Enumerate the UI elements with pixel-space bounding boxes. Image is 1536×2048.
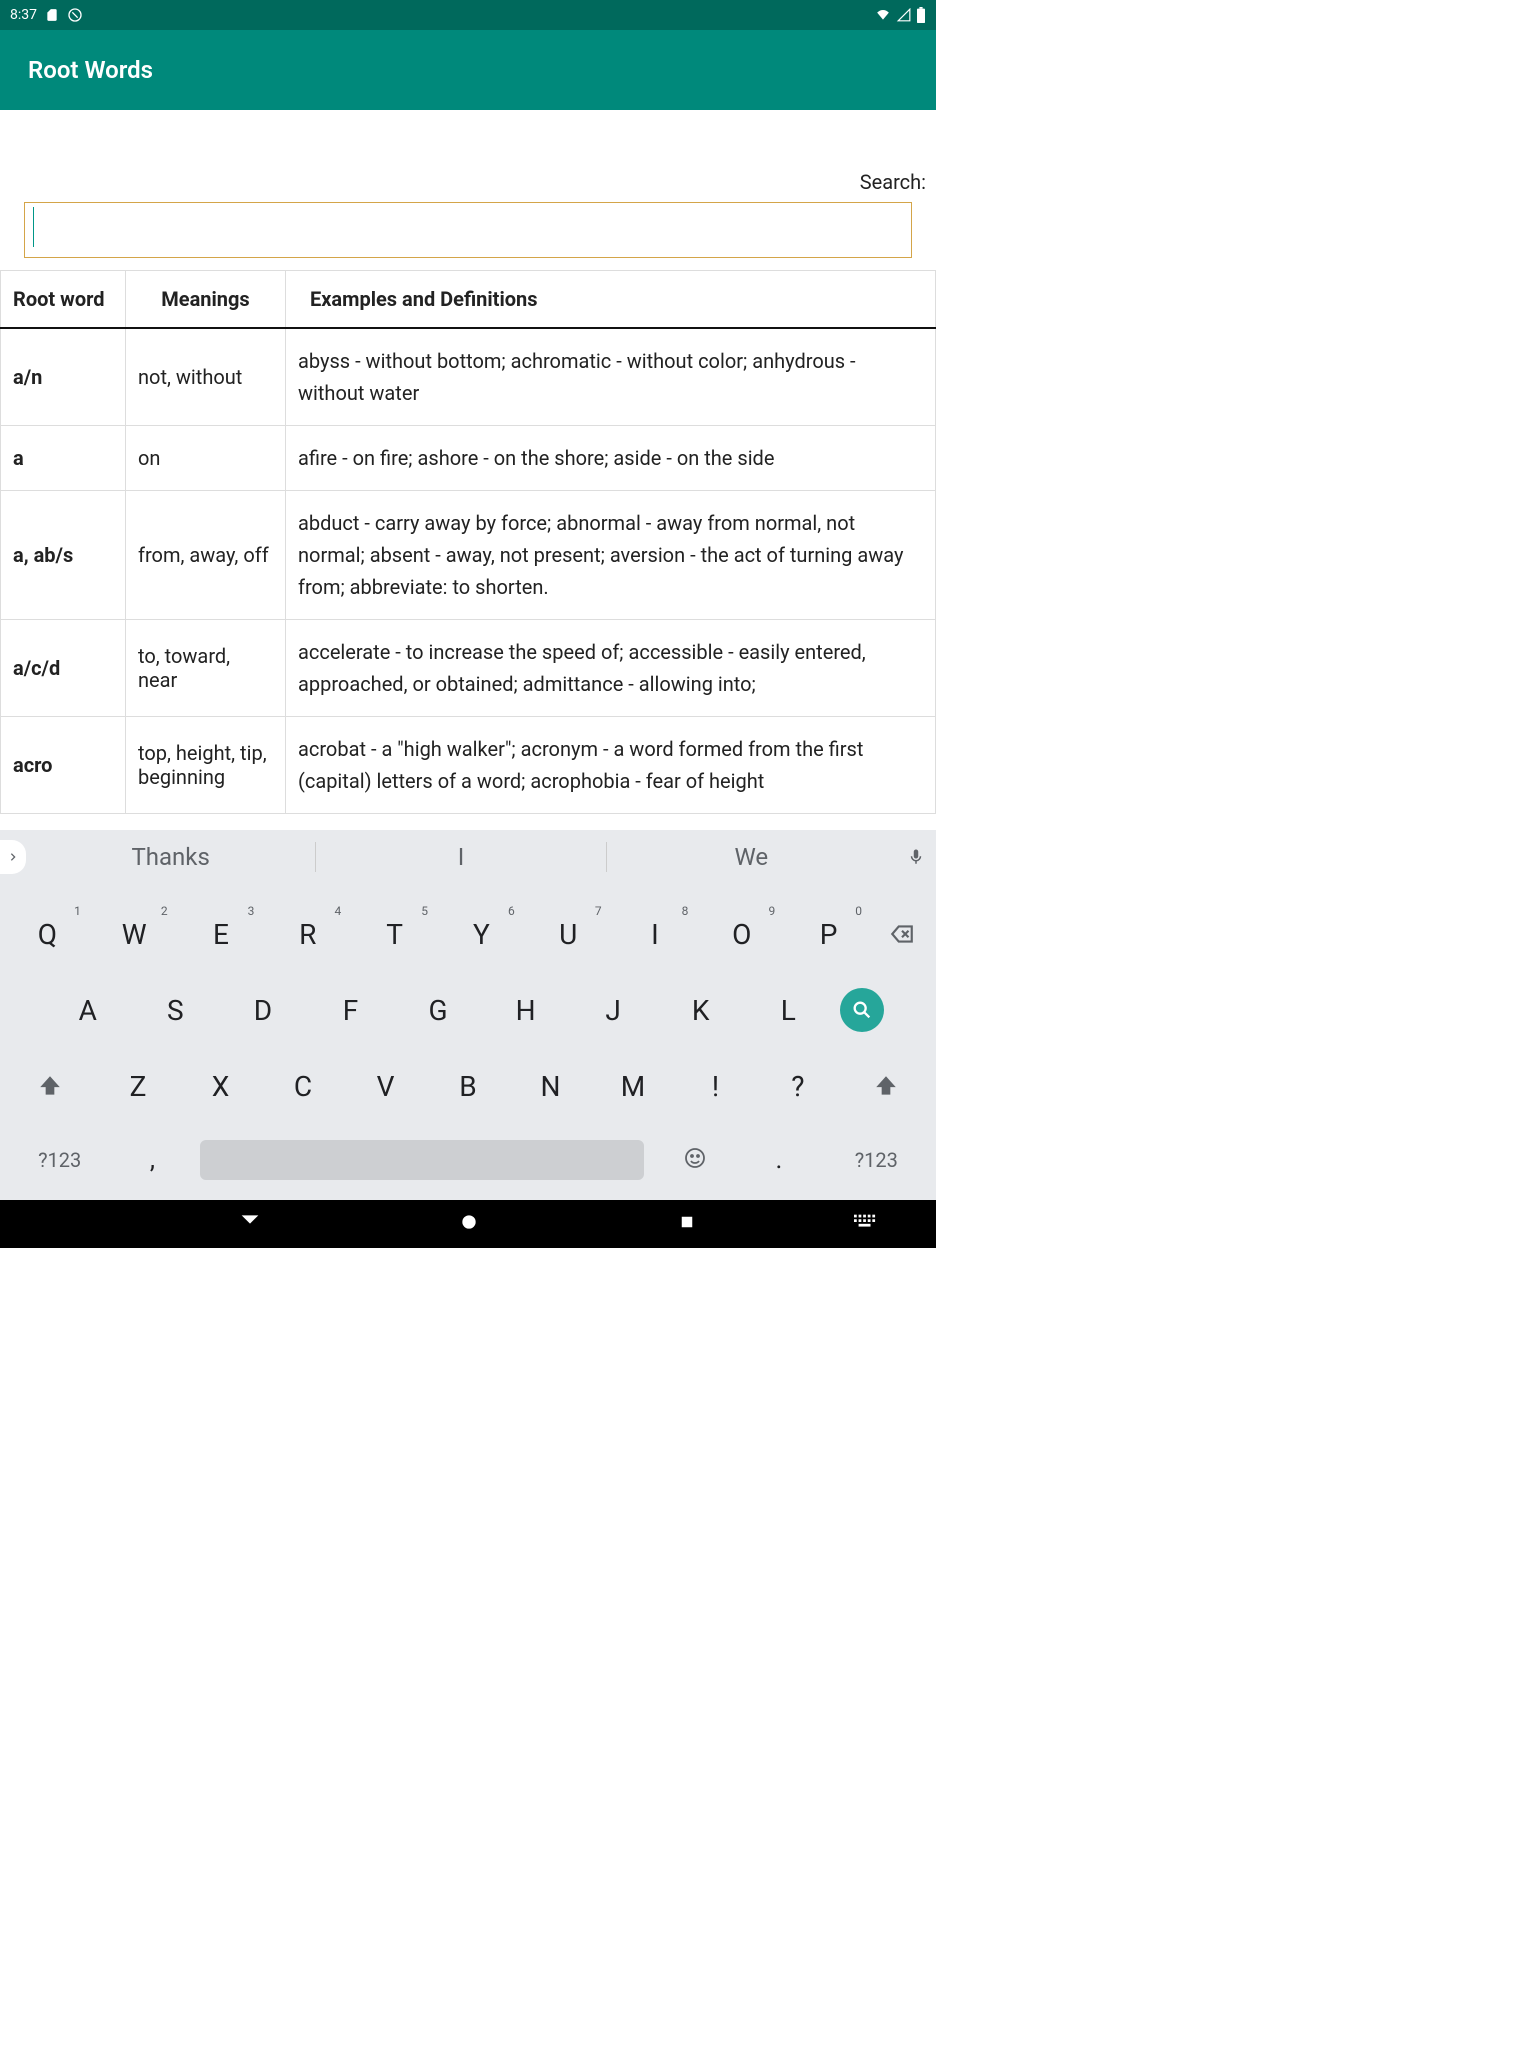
comma-key[interactable]: , — [115, 1145, 189, 1175]
period-key[interactable]: . — [737, 1145, 821, 1175]
soft-keyboard: Thanks I We Q1W2E3R4T5Y6U7I8O9P0 ASDFGHJ… — [0, 830, 936, 1200]
cell-examples: afire - on fire; ashore - on the shore; … — [286, 426, 936, 491]
content-area: Search: Root word Meanings Examples and … — [0, 110, 936, 830]
key-q[interactable]: Q1 — [4, 900, 91, 968]
expand-toolbar-button[interactable] — [0, 840, 26, 874]
emoji-key[interactable] — [654, 1146, 738, 1174]
no-sync-icon — [67, 7, 83, 23]
col-root: Root word — [1, 271, 126, 329]
cell-meaning: to, toward, near — [126, 620, 286, 717]
backspace-key[interactable] — [872, 900, 932, 968]
keyboard-suggestion-bar: Thanks I We — [0, 830, 936, 884]
key-h[interactable]: H — [482, 976, 570, 1044]
key-i[interactable]: I8 — [612, 900, 699, 968]
symbols-key-right[interactable]: ?123 — [821, 1148, 932, 1172]
search-icon — [851, 999, 873, 1021]
shift-key-right[interactable] — [839, 1052, 932, 1120]
wifi-icon — [874, 8, 892, 22]
cell-meaning: not, without — [126, 328, 286, 426]
shift-key-left[interactable] — [4, 1052, 97, 1120]
key-e[interactable]: E3 — [178, 900, 265, 968]
key-a[interactable]: A — [44, 976, 132, 1044]
cell-meaning: on — [126, 426, 286, 491]
key-z[interactable]: Z — [97, 1052, 179, 1120]
table-row: a/c/d to, toward, near accelerate - to i… — [1, 620, 936, 717]
col-meanings: Meanings — [126, 271, 286, 329]
cell-examples: acrobat - a "high walker"; acronym - a w… — [286, 717, 936, 814]
app-bar: Root Words — [0, 30, 936, 110]
battery-icon — [916, 7, 926, 23]
key-n[interactable]: N — [509, 1052, 591, 1120]
search-label: Search: — [860, 170, 926, 194]
key-m[interactable]: M — [592, 1052, 674, 1120]
status-bar: 8:37 — [0, 0, 936, 30]
key-t[interactable]: T5 — [351, 900, 438, 968]
cell-examples: abduct - carry away by force; abnormal -… — [286, 491, 936, 620]
key-d[interactable]: D — [219, 976, 307, 1044]
cell-root: a/c/d — [1, 620, 126, 717]
table-header-row: Root word Meanings Examples and Definiti… — [1, 271, 936, 329]
sd-card-icon — [45, 8, 59, 22]
cell-examples: accelerate - to increase the speed of; a… — [286, 620, 936, 717]
suggestion-2[interactable]: I — [316, 843, 605, 871]
keyboard-switcher-icon[interactable] — [854, 1214, 876, 1234]
key-v[interactable]: V — [344, 1052, 426, 1120]
cell-meaning: from, away, off — [126, 491, 286, 620]
cell-root: a, ab/s — [1, 491, 126, 620]
key-g[interactable]: G — [394, 976, 482, 1044]
suggestion-3[interactable]: We — [607, 843, 896, 871]
key-w[interactable]: W2 — [91, 900, 178, 968]
key-u[interactable]: U7 — [525, 900, 612, 968]
key-p[interactable]: P0 — [785, 900, 872, 968]
cell-root: a — [1, 426, 126, 491]
key-r[interactable]: R4 — [264, 900, 351, 968]
signal-icon — [896, 8, 912, 22]
cell-root: acro — [1, 717, 126, 814]
search-input[interactable] — [24, 202, 912, 258]
mic-button[interactable] — [896, 846, 936, 868]
table-row: a, ab/s from, away, off abduct - carry a… — [1, 491, 936, 620]
navigation-bar — [0, 1200, 936, 1248]
key-c[interactable]: C — [262, 1052, 344, 1120]
key-b[interactable]: B — [427, 1052, 509, 1120]
key-j[interactable]: J — [569, 976, 657, 1044]
table-row: acro top, height, tip, beginning acrobat… — [1, 717, 936, 814]
nav-back-button[interactable] — [240, 1212, 260, 1236]
cell-root: a/n — [1, 328, 126, 426]
key-y[interactable]: Y6 — [438, 900, 525, 968]
key-exclaim[interactable]: ! — [674, 1052, 756, 1120]
cell-meaning: top, height, tip, beginning — [126, 717, 286, 814]
cell-examples: abyss - without bottom; achromatic - wit… — [286, 328, 936, 426]
key-s[interactable]: S — [132, 976, 220, 1044]
key-k[interactable]: K — [657, 976, 745, 1044]
status-time: 8:37 — [10, 7, 37, 23]
key-l[interactable]: L — [744, 976, 832, 1044]
search-action-key[interactable] — [832, 976, 892, 1044]
root-words-table: Root word Meanings Examples and Definiti… — [0, 270, 936, 814]
key-o[interactable]: O9 — [698, 900, 785, 968]
col-examples: Examples and Definitions — [286, 271, 936, 329]
symbols-key-left[interactable]: ?123 — [4, 1148, 115, 1172]
space-key[interactable] — [190, 1126, 654, 1194]
table-row: a/n not, without abyss - without bottom;… — [1, 328, 936, 426]
key-question[interactable]: ? — [757, 1052, 839, 1120]
nav-home-button[interactable] — [459, 1212, 479, 1236]
key-x[interactable]: X — [179, 1052, 261, 1120]
key-f[interactable]: F — [307, 976, 395, 1044]
nav-recent-button[interactable] — [678, 1213, 696, 1235]
table-row: a on afire - on fire; ashore - on the sh… — [1, 426, 936, 491]
suggestion-1[interactable]: Thanks — [26, 843, 315, 871]
app-title: Root Words — [28, 56, 153, 84]
